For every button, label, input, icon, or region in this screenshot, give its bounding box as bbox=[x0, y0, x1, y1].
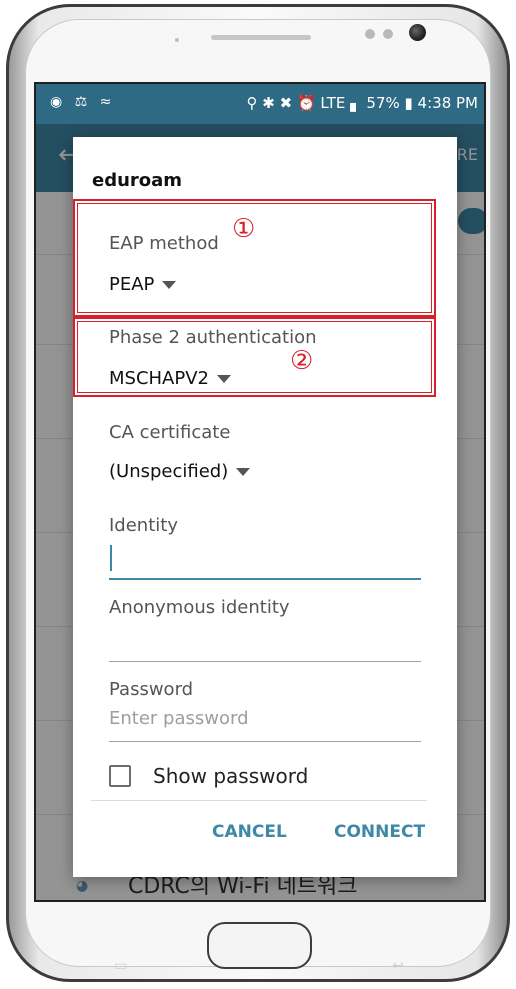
show-password-checkbox[interactable] bbox=[109, 765, 131, 787]
anonymous-identity-label: Anonymous identity bbox=[109, 597, 290, 618]
status-system-info: ⚲ ✱ ✖ ⏰ LTE ▖ 57% ▮ 4:38 PM bbox=[246, 94, 478, 112]
back-key[interactable]: ↩ bbox=[392, 958, 404, 974]
password-label: Password bbox=[109, 679, 194, 700]
proximity-sensor bbox=[175, 38, 179, 42]
front-camera bbox=[409, 24, 426, 41]
annotation-box-phase2 bbox=[73, 317, 436, 397]
cancel-button[interactable]: CANCEL bbox=[212, 822, 287, 842]
annotation-number-1: ① bbox=[232, 214, 256, 244]
ir-sensor bbox=[383, 29, 393, 39]
identity-label: Identity bbox=[109, 515, 178, 536]
connect-button[interactable]: CONNECT bbox=[334, 822, 425, 842]
anonymous-identity-input[interactable] bbox=[109, 661, 421, 662]
ca-certificate-value: (Unspecified) bbox=[109, 461, 229, 482]
light-sensor bbox=[365, 29, 375, 39]
status-notification-icons: ◉ ⚖ ≈ bbox=[50, 94, 116, 110]
text-cursor bbox=[110, 545, 112, 571]
recent-apps-key[interactable]: ▭ bbox=[114, 958, 127, 974]
password-input[interactable]: Enter password bbox=[109, 708, 249, 729]
earpiece-speaker bbox=[211, 35, 311, 40]
dialog-divider bbox=[91, 800, 427, 801]
ca-certificate-label: CA certificate bbox=[109, 422, 231, 443]
annotation-number-2: ② bbox=[290, 346, 314, 376]
home-button[interactable] bbox=[207, 922, 312, 969]
identity-input[interactable] bbox=[109, 578, 421, 580]
show-password-label[interactable]: Show password bbox=[153, 764, 308, 788]
chevron-down-icon bbox=[236, 468, 251, 476]
status-bar: ◉ ⚖ ≈ ⚲ ✱ ✖ ⏰ LTE ▖ 57% ▮ 4:38 PM bbox=[36, 84, 484, 124]
ca-certificate-dropdown[interactable]: (Unspecified) bbox=[109, 461, 251, 482]
password-underline bbox=[109, 741, 421, 742]
dialog-title: eduroam bbox=[92, 170, 183, 191]
